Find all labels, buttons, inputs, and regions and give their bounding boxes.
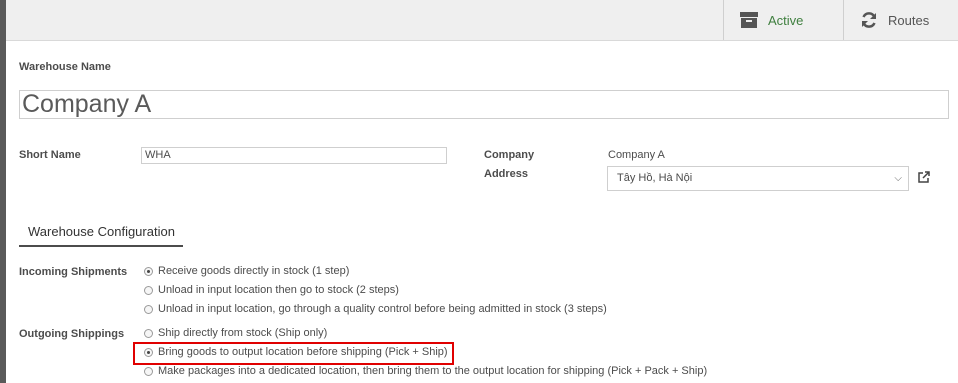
- incoming-option-1-label: Receive goods directly in stock (1 step): [158, 265, 350, 277]
- incoming-option-3[interactable]: Unload in input location, go through a q…: [144, 303, 607, 315]
- button-box: Active Routes: [6, 0, 958, 41]
- company-label: Company: [484, 149, 535, 161]
- incoming-shipments-label: Incoming Shipments: [19, 266, 128, 278]
- left-edge-bar: [0, 0, 6, 383]
- active-toggle-button[interactable]: Active: [723, 0, 843, 40]
- highlight-box: [133, 342, 454, 365]
- chevron-down-icon: ⌵: [894, 173, 902, 184]
- routes-label: Routes: [888, 12, 930, 28]
- short-name-input[interactable]: WHA: [141, 147, 447, 164]
- warehouse-name-label: Warehouse Name: [19, 61, 111, 73]
- active-label: Active: [768, 12, 804, 28]
- radio-button[interactable]: [144, 266, 153, 276]
- address-select[interactable]: Tây Hồ, Hà Nội ⌵: [607, 166, 909, 191]
- outgoing-option-1[interactable]: Ship directly from stock (Ship only): [144, 327, 327, 339]
- archive-icon: [740, 12, 758, 28]
- radio-button[interactable]: [144, 328, 153, 338]
- external-link-icon: [918, 170, 930, 188]
- outgoing-option-3[interactable]: Make packages into a dedicated location,…: [144, 365, 707, 377]
- radio-button[interactable]: [144, 304, 153, 314]
- external-link-button[interactable]: [912, 166, 936, 191]
- incoming-option-2[interactable]: Unload in input location then go to stoc…: [144, 284, 399, 296]
- address-value: Tây Hồ, Hà Nội: [617, 172, 693, 184]
- address-label: Address: [484, 168, 529, 180]
- outgoing-option-1-label: Ship directly from stock (Ship only): [158, 327, 328, 339]
- radio-button[interactable]: [144, 285, 153, 295]
- company-value: Company A: [608, 149, 665, 161]
- refresh-icon: [860, 11, 878, 29]
- incoming-option-2-label: Unload in input location then go to stoc…: [158, 284, 399, 296]
- outgoing-option-3-label: Make packages into a dedicated location,…: [158, 365, 708, 377]
- short-name-label: Short Name: [19, 149, 81, 161]
- outgoing-shippings-label: Outgoing Shippings: [19, 328, 125, 340]
- incoming-option-1[interactable]: Receive goods directly in stock (1 step): [144, 265, 349, 277]
- incoming-option-3-label: Unload in input location, go through a q…: [158, 303, 607, 315]
- routes-button[interactable]: Routes: [843, 0, 958, 40]
- warehouse-name-input[interactable]: Company A: [19, 90, 949, 119]
- tab-warehouse-configuration[interactable]: Warehouse Configuration: [19, 220, 183, 247]
- radio-button[interactable]: [144, 366, 153, 376]
